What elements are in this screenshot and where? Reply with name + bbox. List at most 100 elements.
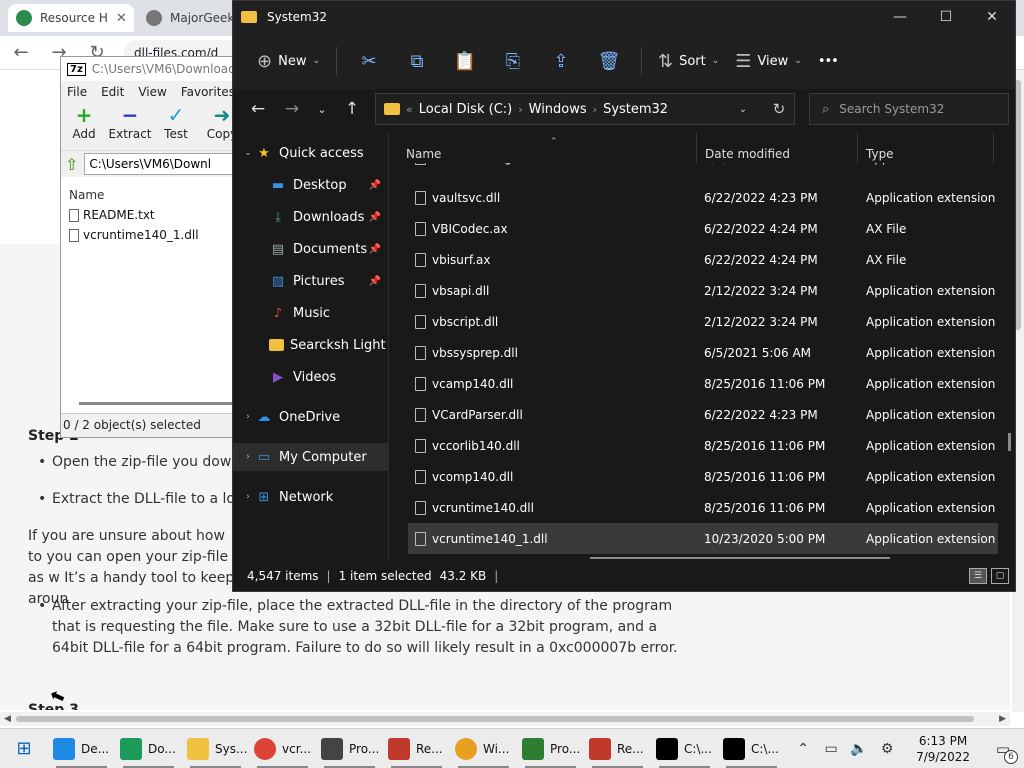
page-horizontal-scrollbar[interactable]: ◀ ▶ xyxy=(0,712,1010,726)
taskbar-app-7zip-icon[interactable]: C:\... xyxy=(651,729,718,768)
nav-item-onedrive[interactable]: › ☁ OneDrive xyxy=(233,403,389,431)
table-row[interactable]: vaultsvc.dll 6/22/2022 4:23 PM Application… xyxy=(408,182,998,213)
taskbar-app-desktop-app-icon[interactable]: De... xyxy=(48,729,115,768)
breadcrumb-local-disk[interactable]: Local Disk (C:) xyxy=(419,102,512,117)
expand-chevron-icon[interactable]: › xyxy=(241,412,255,422)
new-button[interactable]: ⊕ New ⌄ xyxy=(249,43,328,79)
taskbar-app-7zip-icon-2[interactable]: C:\... xyxy=(718,729,785,768)
address-bar[interactable]: « Local Disk (C:) › Windows › System32 ⌄… xyxy=(375,93,795,125)
browser-tab-resource[interactable]: Resource H ✕ xyxy=(8,4,134,32)
table-row[interactable]: VCardParser.dll 6/22/2022 4:23 PM Applicat… xyxy=(408,399,998,430)
network-icon[interactable]: ▭ xyxy=(822,741,840,757)
chevron-up-icon[interactable]: ⌃ xyxy=(794,741,812,757)
menu-edit[interactable]: Edit xyxy=(101,85,124,99)
table-row[interactable]: vcruntime140_1.dll 10/23/2020 5:00 PM Appl… xyxy=(408,523,998,554)
details-view-icon[interactable]: ☰ xyxy=(969,568,987,584)
breadcrumb-overflow[interactable]: « xyxy=(406,103,413,116)
taskbar-app-chrome-icon[interactable]: vcr... xyxy=(249,729,316,768)
expand-chevron-icon[interactable]: ⌄ xyxy=(241,148,255,158)
nav-item-network[interactable]: › ⊞ Network xyxy=(233,483,389,511)
taskbar-app-process-monitor-icon[interactable]: Pro... xyxy=(517,729,584,768)
browser-tab-majorgeeks[interactable]: MajorGeek xyxy=(138,4,234,32)
horizontal-scrollbar[interactable] xyxy=(590,557,890,559)
chevron-right-icon[interactable]: › xyxy=(518,103,522,116)
more-options-button[interactable]: ••• xyxy=(810,43,846,79)
chevron-down-icon[interactable]: ⌄ xyxy=(728,104,758,115)
settings-icon[interactable]: ⚙ xyxy=(878,741,896,757)
nav-item-documents[interactable]: ▤ Documents 📌 xyxy=(233,235,389,263)
nav-item-music[interactable]: ♪ Music xyxy=(233,299,389,327)
table-row[interactable]: VBICodec.ax 6/22/2022 4:24 PM AX File xyxy=(408,213,998,244)
scroll-right-icon[interactable]: ▶ xyxy=(999,714,1006,724)
taskbar-app-resource-hacker-icon[interactable]: Re... xyxy=(383,729,450,768)
expand-chevron-icon[interactable]: › xyxy=(241,452,255,462)
list-item[interactable]: vcruntime140_1.dll xyxy=(65,225,237,245)
7zip-path-field[interactable]: C:\Users\VM6\Downl xyxy=(84,153,239,175)
table-row[interactable]: vbsapi.dll 2/12/2022 3:24 PM Application e… xyxy=(408,275,998,306)
extract-button[interactable]: − Extract xyxy=(109,103,152,150)
up-icon[interactable]: ↑ xyxy=(335,99,369,119)
chevron-right-icon[interactable]: › xyxy=(593,103,597,116)
column-name[interactable]: Name xyxy=(65,185,237,205)
taskbar-app-download-app-icon[interactable]: Do... xyxy=(115,729,182,768)
taskbar-app-folder-app-icon[interactable]: Sys... xyxy=(182,729,249,768)
breadcrumb-system32[interactable]: System32 xyxy=(603,102,668,117)
paste-icon[interactable]: 📋 xyxy=(441,51,489,72)
forward-icon[interactable]: → xyxy=(275,99,309,119)
scrollbar-thumb[interactable] xyxy=(16,716,974,722)
nav-item-my-computer[interactable]: › ▭ My Computer xyxy=(233,443,389,471)
sort-button[interactable]: ⇅ Sort ⌄ xyxy=(650,43,727,79)
nav-item-desktop[interactable]: ▬ Desktop 📌 xyxy=(233,171,389,199)
taskbar-app-process-app-icon[interactable]: Pro... xyxy=(316,729,383,768)
table-row[interactable]: vcamp140.dll 8/25/2016 11:06 PM Applicatio… xyxy=(408,368,998,399)
menu-view[interactable]: View xyxy=(138,85,166,99)
taskbar-app-windows-app-icon[interactable]: Wi... xyxy=(450,729,517,768)
table-row[interactable]: vcruntime140.dll 8/25/2016 11:06 PM Applic… xyxy=(408,492,998,523)
delete-icon[interactable]: 🗑 xyxy=(585,51,633,72)
folder-up-icon[interactable]: ⇧ xyxy=(65,155,78,174)
list-item[interactable]: README.txt xyxy=(65,205,237,225)
search-input[interactable]: ⌕ Search System32 xyxy=(809,93,1009,125)
add-button[interactable]: + Add xyxy=(67,103,101,150)
column-name[interactable]: Name xyxy=(398,133,688,163)
maximize-button[interactable]: ☐ xyxy=(923,1,969,33)
test-button[interactable]: ✓ Test xyxy=(159,103,193,150)
breadcrumb-windows[interactable]: Windows xyxy=(529,102,587,117)
share-icon[interactable]: ⇪ xyxy=(537,51,585,72)
menu-file[interactable]: File xyxy=(67,85,87,99)
nav-item-downloads[interactable]: ⤓ Downloads 📌 xyxy=(233,203,389,231)
cut-icon[interactable]: ✂ xyxy=(345,51,393,72)
nav-item-pictures[interactable]: ▨ Pictures 📌 xyxy=(233,267,389,295)
7zip-horizontal-scrollbar[interactable] xyxy=(79,402,237,405)
column-date-modified[interactable]: Date modified xyxy=(696,133,858,163)
scroll-left-icon[interactable]: ◀ xyxy=(4,714,11,724)
taskbar-app-resource-hacker-icon-2[interactable]: Re... xyxy=(584,729,651,768)
explorer-titlebar[interactable]: System32 — ☐ ✕ xyxy=(233,1,1015,33)
table-row[interactable]: vccorlib140.dll 8/25/2016 11:06 PM Applica… xyxy=(408,430,998,461)
back-icon[interactable]: ← xyxy=(241,99,275,119)
table-row[interactable]: vbisurf.ax 6/22/2022 4:24 PM AX File xyxy=(408,244,998,275)
table-row[interactable]: vbssysprep.dll 6/5/2021 5:06 AM Applicatio… xyxy=(408,337,998,368)
table-row[interactable]: vcomp140.dll 8/25/2016 11:06 PM Applicatio… xyxy=(408,461,998,492)
refresh-icon[interactable]: ↻ xyxy=(764,100,794,118)
clock[interactable]: 6:13 PM 7/9/2022 xyxy=(906,733,980,765)
rename-icon[interactable]: ⎘ xyxy=(489,51,537,72)
start-button[interactable]: ⊞ xyxy=(0,729,48,768)
notifications-button[interactable]: ▭ 6 xyxy=(990,740,1018,764)
back-icon[interactable]: ← xyxy=(10,42,32,63)
7zip-titlebar[interactable]: 7z C:\Users\VM6\Downloads xyxy=(61,57,239,81)
recent-locations-icon[interactable]: ⌄ xyxy=(309,103,335,116)
expand-chevron-icon[interactable]: › xyxy=(241,492,255,502)
column-type[interactable]: Type xyxy=(858,133,994,163)
volume-icon[interactable]: 🔈 xyxy=(850,741,868,757)
view-button[interactable]: ☰ View ⌄ xyxy=(727,43,810,79)
table-row[interactable]: vbscript.dll 2/12/2022 3:24 PM Application… xyxy=(408,306,998,337)
menu-favorites[interactable]: Favorites xyxy=(181,85,235,99)
thumbnails-view-icon[interactable]: ▢ xyxy=(991,568,1009,584)
nav-item-searcksh-light[interactable]: Searcksh Light xyxy=(233,331,389,359)
minimize-button[interactable]: — xyxy=(877,1,923,33)
vertical-scrollbar[interactable] xyxy=(1008,433,1011,451)
close-button[interactable]: ✕ xyxy=(969,1,1015,33)
nav-item-quick-access[interactable]: ⌄ ★ Quick access xyxy=(233,139,389,167)
close-tab-icon[interactable]: ✕ xyxy=(116,11,127,26)
